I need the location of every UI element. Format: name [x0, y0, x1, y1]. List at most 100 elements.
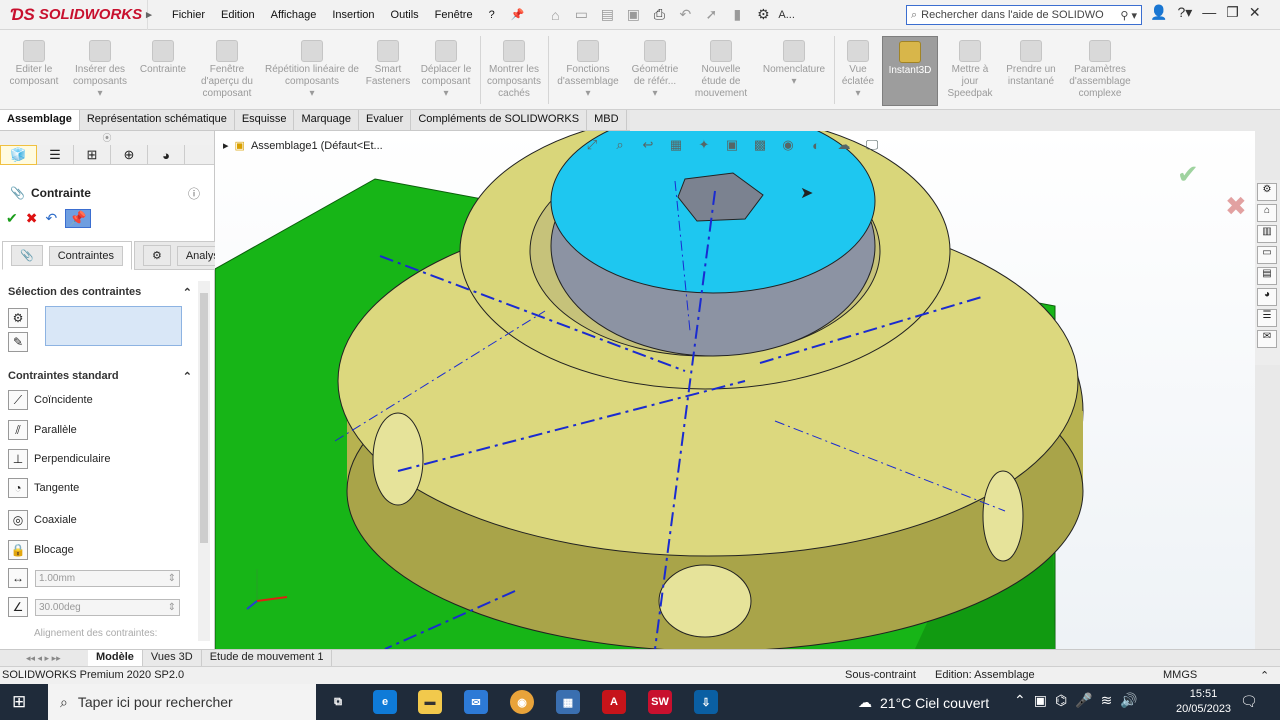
- cmd-deplacer-composant[interactable]: Déplacer le composant ▾: [416, 36, 476, 100]
- menu-help[interactable]: ?: [481, 9, 503, 21]
- standard-mates-header[interactable]: Contraintes standard ⌃: [8, 370, 192, 383]
- task-view-icon[interactable]: ⧉: [326, 690, 350, 714]
- file-explorer-icon[interactable]: ▬: [418, 690, 442, 714]
- appearance-icon[interactable]: ◐: [807, 136, 825, 154]
- tab-assemblage[interactable]: Assemblage: [0, 110, 80, 130]
- chrome-icon[interactable]: ◉: [510, 690, 534, 714]
- save-icon[interactable]: ▣: [622, 5, 644, 25]
- confirm-corner-cancel-icon[interactable]: ✖: [1225, 191, 1247, 222]
- graphics-area[interactable]: ▸ ▣ Assemblage1 (Défaut<Et... ⤢ ⌕ ↩ ▦ ✦ ▣ …: [215, 131, 1255, 649]
- solidworks-taskbar-icon[interactable]: SW: [648, 690, 672, 714]
- help-icon[interactable]: ?▾: [1177, 4, 1192, 21]
- tray-chevron-icon[interactable]: ⌃: [1014, 692, 1026, 709]
- quick-access-more[interactable]: A...: [778, 9, 795, 21]
- tab-modele[interactable]: Modèle: [88, 650, 143, 666]
- cmd-geometrie-reference[interactable]: Géométrie de référ... ▾: [626, 36, 684, 100]
- angle-icon[interactable]: ∠: [8, 597, 28, 617]
- tab-vues-3d[interactable]: Vues 3D: [143, 650, 202, 666]
- help-icon[interactable]: ⓘ: [188, 185, 200, 202]
- unit-system[interactable]: MMGS: [1163, 669, 1197, 681]
- menu-insertion[interactable]: Insertion: [324, 9, 382, 21]
- solidworks-logo[interactable]: ƊS SOLIDWORKS ▸: [0, 0, 152, 30]
- pin-icon[interactable]: 📌: [503, 8, 533, 21]
- microphone-icon[interactable]: 🎤: [1075, 692, 1092, 709]
- previous-view-icon[interactable]: ↩: [639, 136, 657, 154]
- weather-widget[interactable]: ☁ 21°C Ciel couvert: [858, 694, 989, 711]
- cmd-repetition-lineaire[interactable]: Répétition linéaire de composants ▾: [264, 36, 360, 100]
- dimxpert-tab-icon[interactable]: ⊕: [111, 145, 148, 165]
- undo-icon[interactable]: ↶: [45, 210, 57, 227]
- feature-tree-flyout[interactable]: ▸ ▣ Assemblage1 (Défaut<Et...: [223, 139, 383, 153]
- forum-icon[interactable]: ✉: [1257, 330, 1277, 348]
- hide-show-icon[interactable]: ◉: [779, 136, 797, 154]
- tab-representation[interactable]: Représentation schématique: [80, 110, 235, 130]
- menu-edition[interactable]: Edition: [213, 9, 263, 21]
- subtab-contraintes[interactable]: 📎 Contraintes: [2, 241, 132, 270]
- options-icon[interactable]: ⚙: [752, 5, 774, 25]
- tray-network-icon[interactable]: ⌬: [1055, 692, 1067, 709]
- collapse-icon[interactable]: ⌃: [183, 370, 192, 383]
- tray-app-icon[interactable]: ▣: [1034, 692, 1047, 709]
- open-icon[interactable]: ▤: [596, 5, 618, 25]
- store-icon[interactable]: ▦: [556, 690, 580, 714]
- distance-icon[interactable]: ↔: [8, 568, 28, 588]
- collapse-icon[interactable]: ⌃: [183, 286, 192, 299]
- acrobat-icon[interactable]: A: [602, 690, 626, 714]
- mate-parallel[interactable]: ⫽ Parallèle: [8, 420, 77, 440]
- mate-perpendicular[interactable]: ⊥ Perpendiculaire: [8, 449, 110, 469]
- confirm-corner-ok-icon[interactable]: ✔: [1177, 159, 1199, 190]
- notifications-icon[interactable]: 🗨: [1240, 693, 1258, 710]
- cmd-vue-eclatee[interactable]: Vue éclatée ▾: [838, 36, 878, 100]
- edge-icon[interactable]: e: [373, 690, 397, 714]
- cmd-speedpak[interactable]: Mettre à jour Speedpak: [942, 36, 998, 100]
- tab-evaluer[interactable]: Evaluer: [359, 110, 412, 130]
- custom-properties-icon[interactable]: ☰: [1257, 309, 1277, 327]
- cmd-nomenclature[interactable]: Nomenclature ▾: [756, 36, 832, 88]
- cmd-smart-fasteners[interactable]: Smart Fasteners: [362, 36, 414, 88]
- cmd-inserer-composants[interactable]: Insérer des composants ▾: [66, 36, 134, 100]
- view-settings-icon[interactable]: 🖵: [863, 136, 881, 154]
- panel-splitter[interactable]: ⦿: [0, 131, 214, 145]
- tab-etude-mouvement[interactable]: Etude de mouvement 1: [202, 650, 333, 666]
- section-view-icon[interactable]: ▦: [667, 136, 685, 154]
- expand-icon[interactable]: ▸: [223, 139, 229, 152]
- mate-coincident[interactable]: ⟋ Coïncidente: [8, 390, 93, 410]
- selection-header[interactable]: Sélection des contraintes ⌃: [8, 286, 192, 299]
- display-style-icon[interactable]: ▩: [751, 136, 769, 154]
- file-explorer-icon[interactable]: ▭: [1257, 246, 1277, 264]
- clock[interactable]: 15:51 20/05/2023: [1176, 687, 1231, 717]
- ok-icon[interactable]: ✔: [6, 210, 18, 227]
- cmd-editer-composant[interactable]: Editer le composant: [6, 36, 62, 88]
- minimize-icon[interactable]: —: [1202, 4, 1216, 21]
- restore-icon[interactable]: ❐: [1226, 4, 1239, 21]
- tab-complements[interactable]: Compléments de SOLIDWORKS: [411, 110, 588, 130]
- pushpin-icon[interactable]: 📌: [65, 209, 91, 228]
- home-icon[interactable]: ⌂: [544, 5, 566, 25]
- volume-icon[interactable]: 🔊: [1120, 692, 1137, 709]
- cmd-assemblage-complexe[interactable]: Paramètres d'assemblage complexe: [1062, 36, 1138, 100]
- mate-lock[interactable]: 🔒 Blocage: [8, 540, 74, 560]
- tray-wifi-icon[interactable]: ≋: [1101, 692, 1113, 709]
- new-file-icon[interactable]: ▭: [570, 5, 592, 25]
- cmd-contrainte[interactable]: Contrainte: [134, 36, 192, 76]
- design-library-icon[interactable]: ▥: [1257, 225, 1277, 243]
- cmd-instant3d[interactable]: Instant3D: [882, 36, 938, 106]
- user-icon[interactable]: 👤: [1150, 4, 1167, 21]
- angle-field[interactable]: 30.00deg ⇕: [35, 599, 180, 616]
- help-search-input[interactable]: ⌕ Rechercher dans l'aide de SOLIDWO ⚲ ▾: [906, 5, 1142, 25]
- close-icon[interactable]: ✕: [1249, 4, 1261, 21]
- cmd-fenetre-apercu[interactable]: Fenêtre d'aperçu du composant: [194, 36, 260, 100]
- select-icon[interactable]: ➚: [700, 5, 722, 25]
- zoom-fit-icon[interactable]: ⤢: [583, 136, 601, 154]
- cmd-fonctions-assemblage[interactable]: Fonctions d'assemblage ▾: [552, 36, 624, 100]
- mate-concentric[interactable]: ◎ Coaxiale: [8, 510, 77, 530]
- menu-fichier[interactable]: Fichier: [164, 9, 213, 21]
- status-caret-icon[interactable]: ⌃: [1260, 669, 1269, 682]
- taskbar-search[interactable]: ⌕ Taper ici pour rechercher: [48, 684, 316, 720]
- scene-icon[interactable]: ☁: [835, 136, 853, 154]
- search-go-icon[interactable]: ⚲ ▾: [1120, 9, 1137, 22]
- dynamic-annotation-icon[interactable]: ✦: [695, 136, 713, 154]
- cmd-etude-mouvement[interactable]: Nouvelle étude de mouvement: [688, 36, 754, 100]
- zoom-area-icon[interactable]: ⌕: [611, 136, 629, 154]
- view-orientation-icon[interactable]: ▣: [723, 136, 741, 154]
